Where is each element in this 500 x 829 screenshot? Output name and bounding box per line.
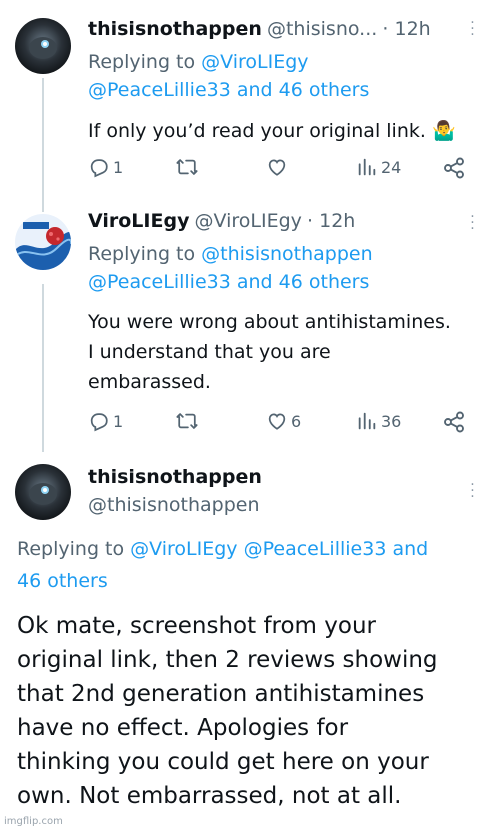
avatar[interactable]	[15, 18, 71, 74]
mention-link[interactable]: @thisisnothappen	[201, 243, 373, 265]
more-icon[interactable]: · · ·	[469, 478, 475, 504]
shrug-emoji: 🤷‍♂️	[431, 120, 456, 142]
reply-button[interactable]: 1	[88, 156, 123, 178]
replying-to: Replying to @thisisnothappen @PeaceLilli…	[88, 240, 373, 296]
author-name[interactable]: thisisnothappen	[88, 18, 262, 40]
retweet-button[interactable]	[175, 156, 202, 178]
action-bar: 1 6 36	[88, 410, 488, 438]
like-button[interactable]	[266, 156, 291, 178]
avatar[interactable]	[15, 464, 71, 520]
mention-link[interactable]: @PeaceLillie33	[88, 79, 231, 101]
share-icon	[444, 411, 464, 433]
replying-label: Replying to	[88, 51, 202, 73]
others-link[interactable]: and 46 others	[231, 79, 370, 101]
author-handle[interactable]: @thisisnothappen	[88, 494, 260, 516]
others-link[interactable]: 46 others	[17, 570, 108, 592]
replying-label: Replying to	[17, 538, 131, 560]
timestamp[interactable]: 12h	[319, 210, 355, 232]
views-count: 24	[381, 157, 402, 177]
share-icon	[444, 157, 464, 179]
views-button[interactable]: 24	[356, 156, 401, 178]
tweet-text: Ok mate, screenshot from your original l…	[17, 613, 438, 809]
watermark: imgflip.com	[4, 816, 63, 827]
replying-to: Replying to @ViroLIEgy @PeaceLillie33 an…	[88, 48, 369, 104]
more-icon[interactable]: · · ·	[469, 210, 475, 236]
others-link[interactable]: and	[386, 538, 428, 560]
author-name[interactable]: ViroLIEgy	[88, 210, 189, 232]
thread-line	[42, 284, 44, 452]
tweet-text: You were wrong about antihistamines. I u…	[88, 311, 451, 393]
mention-link[interactable]: @ViroLIEgy	[201, 51, 308, 73]
avatar-image	[15, 464, 71, 520]
avatar-image	[15, 214, 71, 270]
avatar[interactable]	[15, 214, 71, 270]
views-icon	[358, 158, 376, 176]
mention-link[interactable]: @PeaceLillie33	[88, 271, 231, 293]
mention-link[interactable]: @PeaceLillie33	[244, 538, 387, 560]
author-handle[interactable]: @thisisno...	[267, 18, 377, 40]
more-icon[interactable]: · · ·	[469, 16, 475, 42]
author-name[interactable]: thisisnothappen	[88, 466, 262, 488]
reply-icon	[90, 159, 108, 178]
reply-count: 1	[113, 157, 124, 177]
mention-link[interactable]: @ViroLIEgy	[130, 538, 237, 560]
tweet-text: If only you’d read your original link. 🤷…	[88, 120, 456, 142]
like-button[interactable]: 6	[266, 410, 301, 432]
reply-count: 1	[113, 411, 124, 431]
share-button[interactable]	[442, 156, 466, 180]
retweet-button[interactable]	[175, 410, 202, 432]
heart-icon	[268, 159, 286, 176]
like-count: 6	[291, 411, 302, 431]
replying-to: Replying to @ViroLIEgy @PeaceLillie33 an…	[17, 533, 428, 597]
retweet-icon	[176, 159, 198, 175]
author-handle[interactable]: @ViroLIEgy	[195, 210, 302, 232]
avatar-image	[15, 18, 71, 74]
heart-icon	[268, 413, 286, 430]
views-count: 36	[381, 411, 402, 431]
replying-label: Replying to	[88, 243, 202, 265]
others-link[interactable]: and 46 others	[231, 271, 370, 293]
views-button[interactable]: 36	[356, 410, 401, 432]
share-button[interactable]	[442, 410, 466, 434]
reply-button[interactable]: 1	[88, 410, 123, 432]
action-bar: 1 24	[88, 156, 488, 184]
retweet-icon	[176, 413, 198, 429]
views-icon	[358, 412, 376, 430]
timestamp[interactable]: 12h	[394, 18, 430, 40]
reply-icon	[90, 413, 108, 432]
thread-line	[42, 78, 44, 212]
